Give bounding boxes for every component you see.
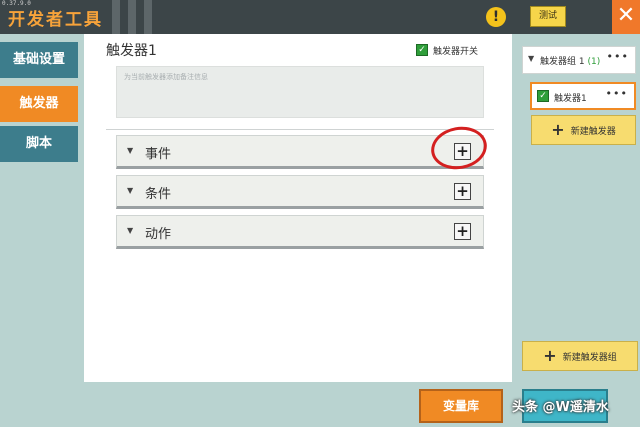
- section-label: 条件: [145, 187, 172, 202]
- more-options-icon[interactable]: •••: [607, 50, 629, 63]
- trigger-list-item[interactable]: ✓ 触发器1 •••: [530, 82, 636, 110]
- tab-triggers[interactable]: 触发器: [0, 86, 78, 122]
- add-action-button[interactable]: +: [454, 223, 471, 240]
- watermark: 头条 @W遥清水: [512, 400, 609, 415]
- trigger-switch[interactable]: ✓ 触发器开关: [416, 43, 478, 57]
- plus-icon: +: [456, 182, 469, 200]
- section-conditions[interactable]: ▼ 条件 +: [116, 175, 484, 209]
- more-options-icon[interactable]: •••: [606, 87, 628, 100]
- trigger-title: 触发器1: [106, 43, 157, 59]
- triangle-down-icon: ▼: [127, 146, 134, 155]
- new-group-label: 新建触发器组: [562, 352, 617, 363]
- triangle-down-icon: ▼: [127, 186, 134, 195]
- test-button[interactable]: 测试: [530, 6, 566, 27]
- section-label: 事件: [145, 147, 172, 162]
- top-bar: 0.37.9.0 开发者工具 ! 测试 ✕: [0, 0, 640, 34]
- checkbox-checked-icon[interactable]: ✓: [416, 44, 428, 56]
- checkbox-checked-icon[interactable]: ✓: [537, 90, 549, 102]
- section-actions[interactable]: ▼ 动作 +: [116, 215, 484, 249]
- decorative-stripe: [112, 0, 152, 34]
- remark-input[interactable]: 为当前触发器添加备注信息: [116, 66, 484, 118]
- plus-icon: +: [456, 222, 469, 240]
- section-events[interactable]: ▼ 事件 +: [116, 135, 484, 169]
- variables-library-button[interactable]: 变量库: [419, 389, 503, 423]
- divider: [106, 129, 494, 130]
- new-trigger-button[interactable]: + 新建触发器: [531, 115, 636, 145]
- add-condition-button[interactable]: +: [454, 183, 471, 200]
- plus-icon: +: [551, 120, 565, 139]
- triangle-down-icon: ▼: [127, 226, 134, 235]
- plus-icon: +: [543, 346, 557, 365]
- warning-icon[interactable]: !: [486, 7, 506, 27]
- trigger-switch-label: 触发器开关: [433, 46, 479, 57]
- new-trigger-label: 新建触发器: [570, 126, 616, 137]
- chevron-down-icon[interactable]: ▼: [528, 54, 534, 63]
- trigger-group-name: 触发器组 1 (1): [540, 57, 601, 67]
- left-nav: 基础设置 触发器 脚本: [0, 34, 78, 427]
- section-label: 动作: [145, 227, 172, 242]
- close-icon[interactable]: ✕: [612, 0, 640, 34]
- tab-basic-settings[interactable]: 基础设置: [0, 42, 78, 78]
- trigger-editor-panel: 触发器1 ✓ 触发器开关 为当前触发器添加备注信息 ▼ 事件 + ▼ 条件 + …: [84, 34, 512, 382]
- new-trigger-group-button[interactable]: + 新建触发器组: [522, 341, 638, 371]
- trigger-group-header[interactable]: ▼ 触发器组 1 (1) •••: [522, 46, 636, 74]
- trigger-item-label: 触发器1: [554, 94, 587, 104]
- app-title: 开发者工具: [8, 10, 103, 30]
- tab-scripts[interactable]: 脚本: [0, 126, 78, 162]
